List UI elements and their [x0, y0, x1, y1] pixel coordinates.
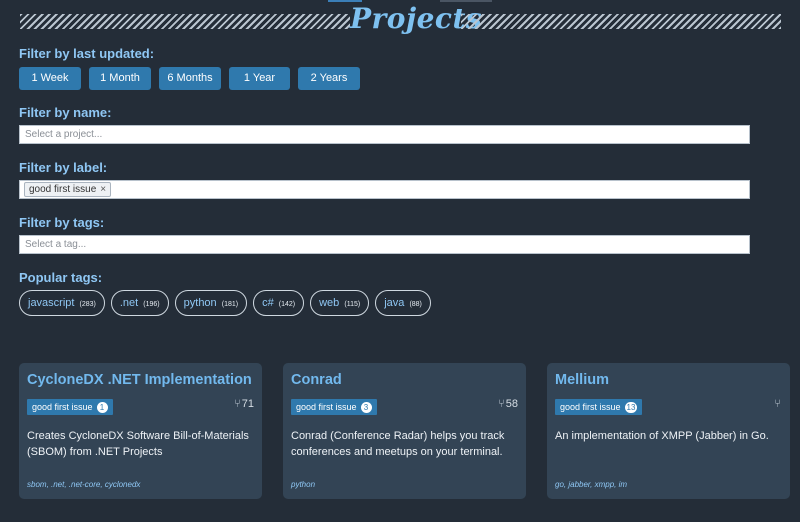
tag-select[interactable]: Select a tag...	[19, 235, 750, 254]
project-card: Mellium good first issue 13 ⑂ An implemen…	[547, 363, 790, 499]
period-button-1-week[interactable]: 1 Week	[19, 67, 81, 90]
project-card: Conrad good first issue 3 ⑂58 Conrad (Con…	[283, 363, 526, 499]
fork-count-value: 71	[241, 398, 254, 410]
tag-name: javascript	[28, 297, 75, 309]
project-description: Creates CycloneDX Software Bill-of-Mater…	[27, 430, 249, 458]
close-icon[interactable]: ×	[100, 184, 106, 195]
project-title-link[interactable]: Mellium	[555, 372, 782, 388]
issue-count: 3	[360, 402, 372, 413]
popular-tags-list: javascript (283) .net (196) python (181)…	[19, 290, 437, 316]
issue-badge-label: good first issue	[560, 402, 621, 412]
tag-net[interactable]: .net (196)	[110, 290, 169, 316]
project-card: CycloneDX .NET Implementation good first…	[19, 363, 262, 499]
fork-icon: ⑂	[498, 398, 505, 410]
filter-last-updated-label: Filter by last updated:	[19, 46, 155, 61]
tag-java[interactable]: java (88)	[375, 290, 431, 316]
tag-csharp[interactable]: c# (142)	[253, 290, 305, 316]
tag-count: (283)	[79, 301, 96, 308]
project-description: Conrad (Conference Radar) helps you trac…	[291, 430, 505, 458]
tag-name: java	[384, 297, 405, 309]
fork-icon: ⑂	[774, 398, 781, 410]
tag-name: c#	[262, 297, 274, 309]
chip-label: good first issue	[29, 184, 97, 195]
period-button-6-months[interactable]: 6 Months	[159, 67, 221, 90]
tag-name: .net	[119, 297, 139, 309]
period-button-1-year[interactable]: 1 Year	[229, 67, 290, 90]
page-header: Projects	[0, 0, 800, 40]
header-hatch-left	[20, 14, 350, 29]
tag-name: python	[183, 297, 217, 309]
tag-count: (88)	[409, 301, 422, 308]
tag-count: (181)	[221, 301, 239, 308]
fork-count: ⑂	[774, 398, 782, 410]
fork-count: ⑂58	[498, 398, 518, 410]
tag-count: (196)	[143, 301, 160, 308]
issue-badge[interactable]: good first issue 1	[27, 399, 113, 415]
filter-name-label: Filter by name:	[19, 105, 112, 120]
period-button-2-years[interactable]: 2 Years	[298, 67, 360, 90]
tag-python[interactable]: python (181)	[174, 290, 248, 316]
label-select[interactable]: good first issue ×	[19, 180, 750, 199]
page-title: Projects	[350, 2, 483, 35]
issue-badge[interactable]: good first issue 3	[291, 399, 377, 415]
tag-web[interactable]: web (115)	[310, 290, 370, 316]
project-tags[interactable]: go, jabber, xmpp, im	[555, 480, 627, 489]
project-tags[interactable]: sbom, .net, .net-core, cyclonedx	[27, 480, 140, 489]
issue-badge-label: good first issue	[32, 402, 93, 412]
tag-javascript[interactable]: javascript (283)	[19, 290, 105, 316]
filter-tags-label: Filter by tags:	[19, 215, 105, 230]
project-name-select[interactable]: Select a project...	[19, 125, 750, 144]
fork-count-value: 58	[505, 398, 518, 410]
project-badge-row: good first issue 13 ⑂	[555, 397, 782, 415]
tag-name: web	[319, 297, 340, 309]
project-tags[interactable]: python	[291, 480, 315, 489]
tag-count: (115)	[344, 301, 361, 308]
issue-badge[interactable]: good first issue 13	[555, 399, 643, 415]
fork-icon: ⑂	[234, 398, 241, 410]
selected-label-chip: good first issue ×	[24, 182, 112, 197]
period-button-1-month[interactable]: 1 Month	[89, 67, 151, 90]
tag-count: (142)	[278, 301, 296, 308]
issue-count: 13	[624, 402, 638, 413]
project-badge-row: good first issue 1 ⑂71	[27, 397, 254, 415]
project-title-link[interactable]: CycloneDX .NET Implementation	[27, 372, 254, 388]
filter-label-label: Filter by label:	[19, 160, 108, 175]
fork-count: ⑂71	[234, 398, 254, 410]
period-filter-group: 1 Week 1 Month 6 Months 1 Year 2 Years	[19, 67, 368, 90]
popular-tags-label: Popular tags:	[19, 270, 103, 285]
header-hatch-right	[461, 14, 781, 29]
issue-badge-label: good first issue	[296, 402, 357, 412]
project-description: An implementation of XMPP (Jabber) in Go…	[555, 430, 769, 442]
project-title-link[interactable]: Conrad	[291, 372, 518, 388]
project-badge-row: good first issue 3 ⑂58	[291, 397, 518, 415]
issue-count: 1	[96, 402, 108, 413]
